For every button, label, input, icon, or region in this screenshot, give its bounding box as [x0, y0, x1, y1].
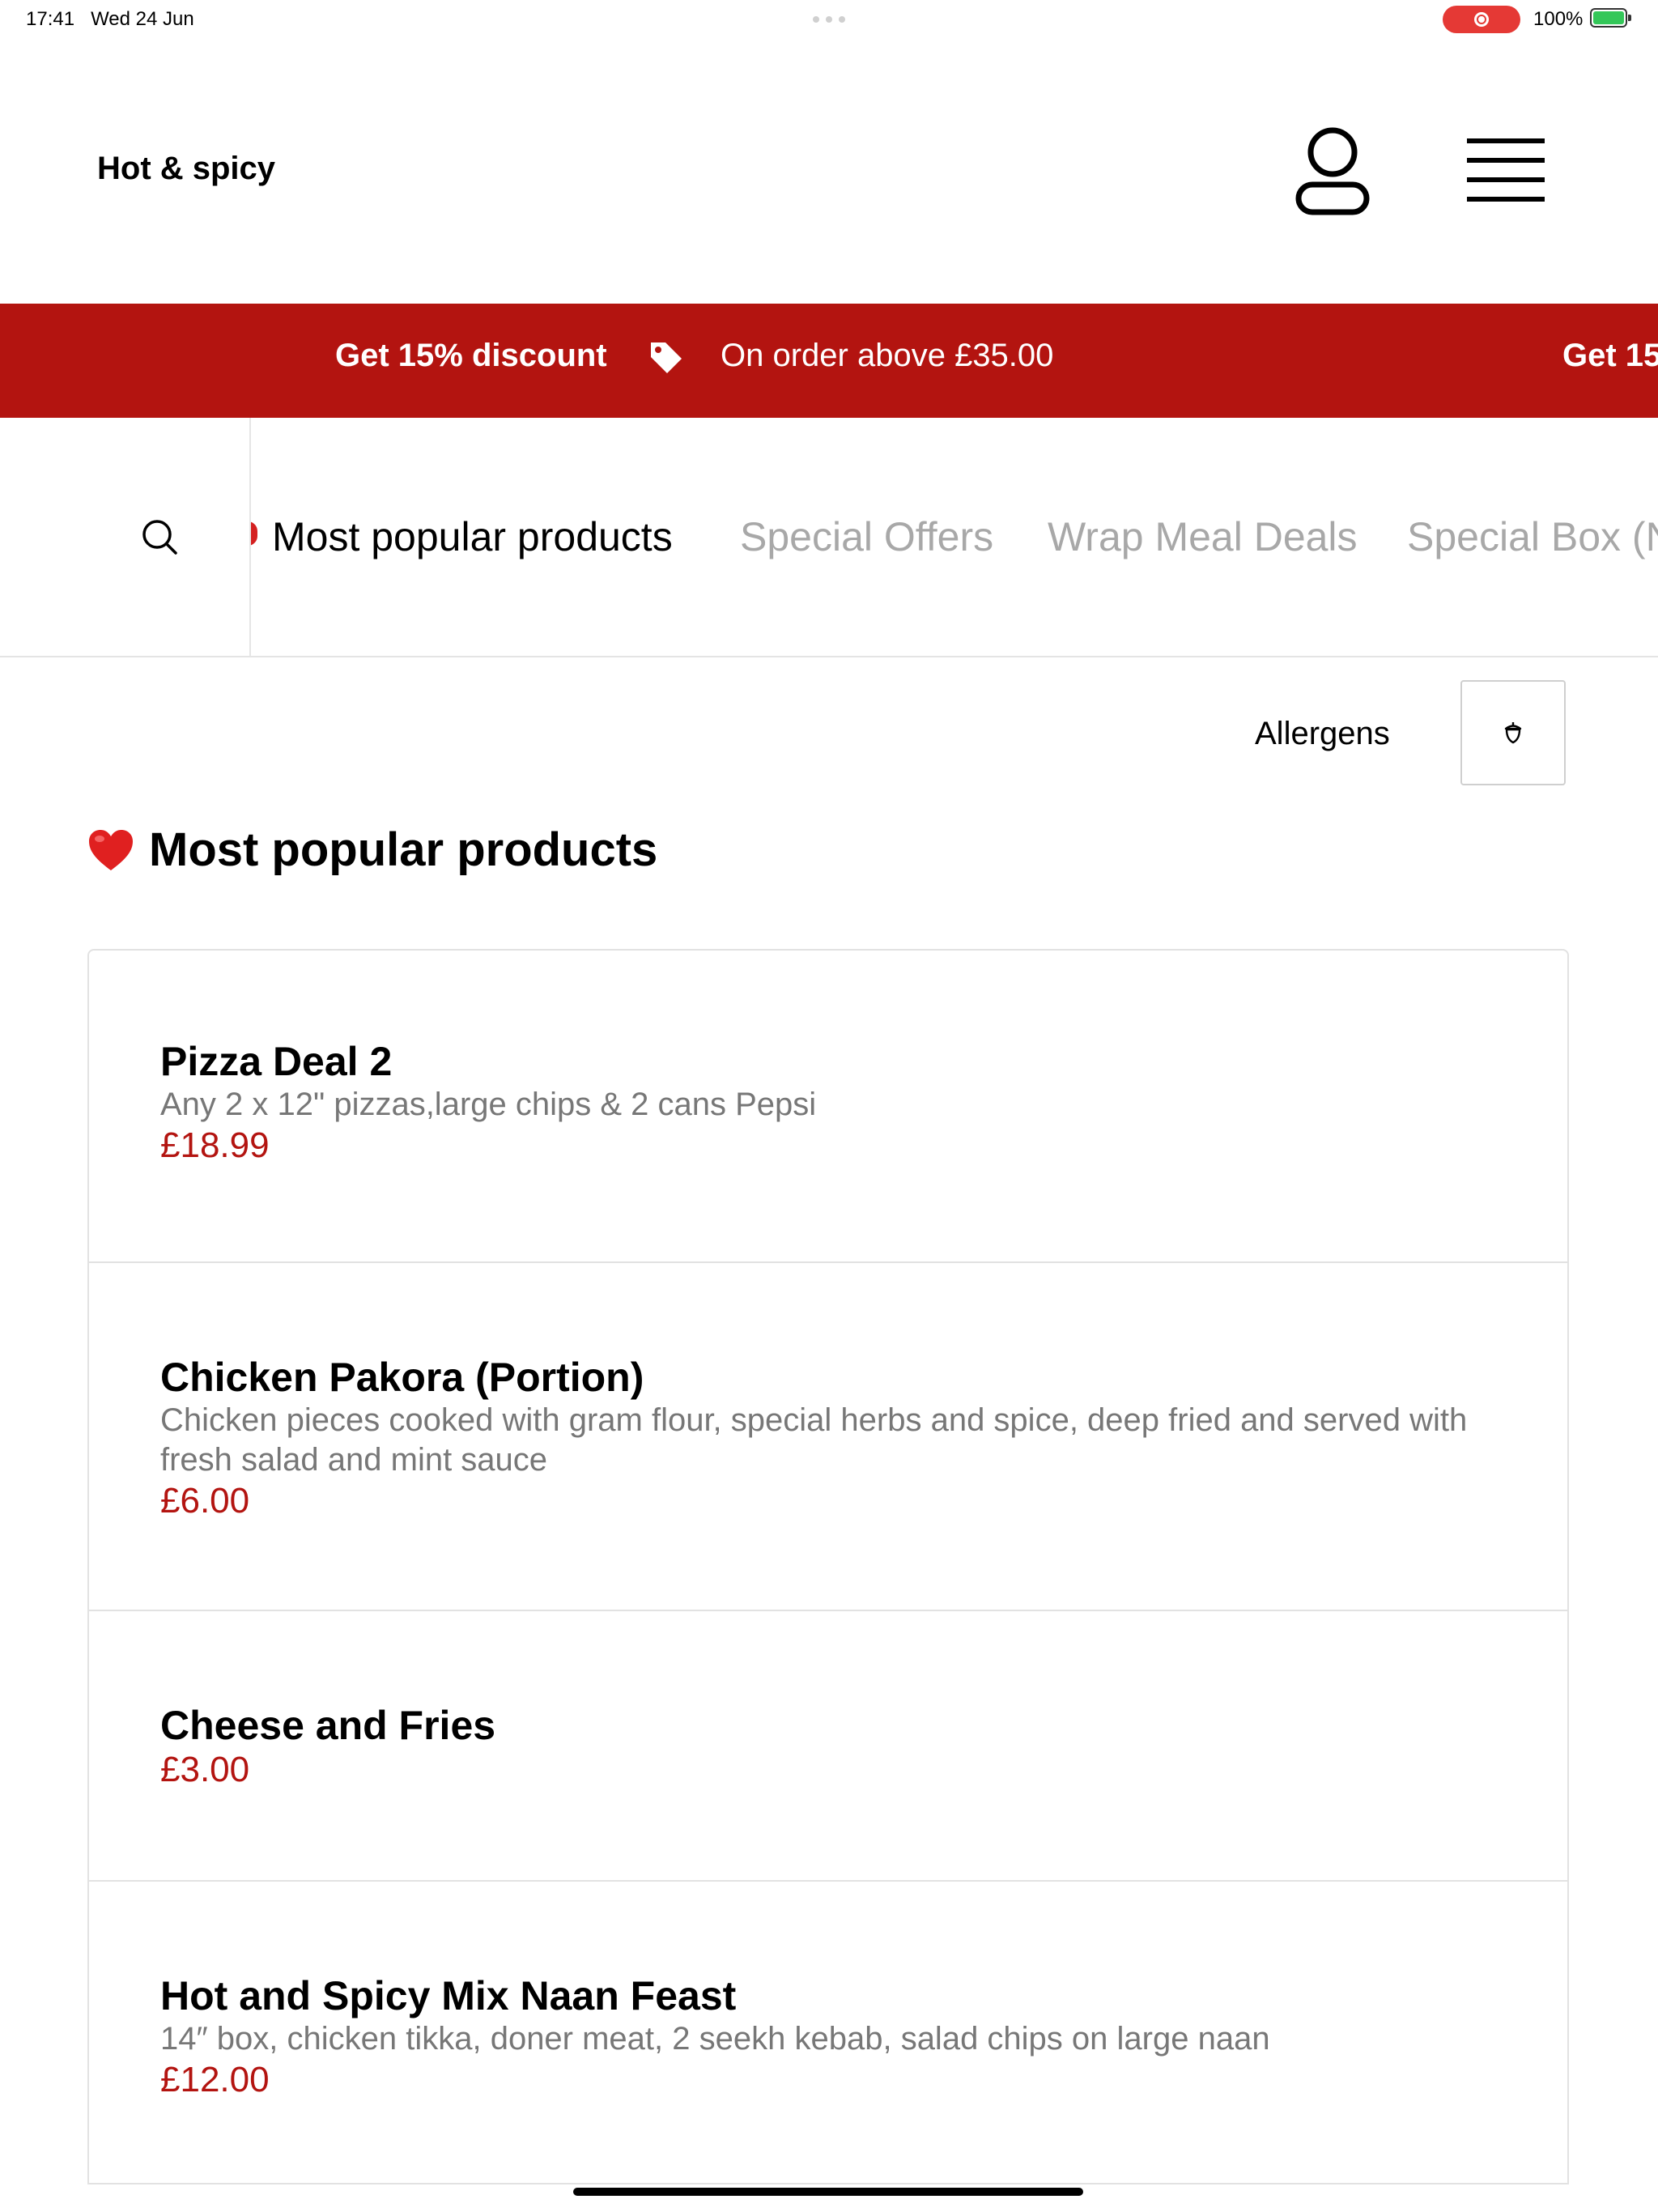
tab-special-offers[interactable]: Special Offers	[740, 513, 993, 560]
search-button[interactable]	[0, 418, 251, 656]
battery-percent: 100%	[1533, 8, 1584, 30]
product-description-line: Chicken pieces cooked with gram flour, s…	[160, 1402, 1468, 1438]
tab-special-box[interactable]: Special Box (N	[1407, 513, 1658, 560]
product-card[interactable]: Pizza Deal 2 Any 2 x 12" pizzas,large ch…	[89, 951, 1567, 1261]
product-price: £6.00	[160, 1481, 250, 1521]
product-card[interactable]: Cheese and Fries £3.00	[89, 1610, 1567, 1880]
site-title[interactable]: Hot & spicy	[97, 151, 275, 187]
account-button[interactable]	[1292, 126, 1373, 217]
product-description: 14″ box, chicken tikka, doner meat, 2 se…	[160, 2021, 1270, 2057]
product-name: Hot and Spicy Mix Naan Feast	[160, 1973, 737, 2018]
product-price: £3.00	[160, 1750, 250, 1789]
promo-banner[interactable]: Get 15% discount On order above £35.00 G…	[0, 304, 1658, 418]
tag-icon	[648, 339, 685, 383]
allergens-button[interactable]	[1460, 680, 1566, 785]
product-name: Cheese and Fries	[160, 1703, 496, 1748]
product-name: Pizza Deal 2	[160, 1039, 393, 1084]
acorn-icon	[1504, 722, 1522, 744]
product-description: Any 2 x 12" pizzas,large chips & 2 cans …	[160, 1087, 817, 1122]
home-indicator[interactable]	[573, 2188, 1083, 2196]
promo-detail: On order above £35.00	[721, 338, 1054, 373]
menu-button[interactable]	[1464, 136, 1546, 206]
promo-headline: Get 15% discount	[335, 338, 607, 373]
section-title: Most popular products	[149, 823, 658, 876]
product-card[interactable]: Hot and Spicy Mix Naan Feast 14″ box, ch…	[89, 1880, 1567, 2183]
multitasking-dots[interactable]	[813, 16, 845, 23]
product-name: Chicken Pakora (Portion)	[160, 1355, 644, 1400]
heart-icon	[89, 829, 133, 870]
search-icon	[142, 520, 177, 555]
product-description-line: fresh salad and mint sauce	[160, 1442, 548, 1478]
status-time: 17:41	[26, 8, 75, 30]
allergens-label: Allergens	[1255, 716, 1390, 751]
section-heading: Most popular products	[87, 823, 657, 877]
status-date: Wed 24 Jun	[91, 8, 194, 30]
menu-icon	[1467, 138, 1545, 202]
category-nav[interactable]: Most popular products Special Offers Wra…	[0, 418, 1658, 657]
screen-recording-indicator[interactable]	[1443, 6, 1520, 33]
product-card[interactable]: Chicken Pakora (Portion) Chicken pieces …	[89, 1261, 1567, 1610]
product-price: £18.99	[160, 1125, 270, 1165]
battery-icon	[1590, 8, 1631, 28]
record-icon	[1474, 12, 1489, 27]
product-price: £12.00	[160, 2060, 270, 2099]
tab-most-popular-products[interactable]: Most popular products	[272, 513, 673, 560]
promo-headline-repeat: Get 15	[1562, 338, 1658, 373]
user-icon	[1295, 127, 1370, 215]
tab-wrap-meal-deals[interactable]: Wrap Meal Deals	[1048, 513, 1358, 560]
product-list: Pizza Deal 2 Any 2 x 12" pizzas,large ch…	[87, 949, 1569, 2184]
status-bar-datetime: 17:41 Wed 24 Jun	[26, 8, 194, 31]
